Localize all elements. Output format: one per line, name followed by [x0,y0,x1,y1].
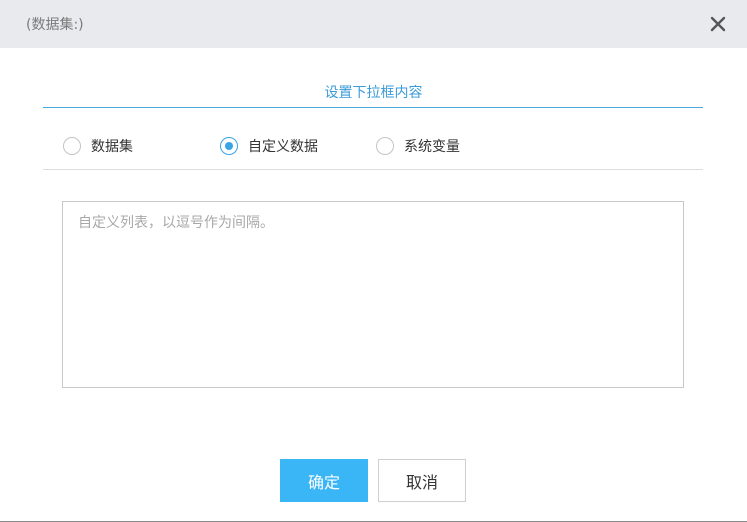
ok-button[interactable]: 确定 [280,459,368,502]
cancel-button[interactable]: 取消 [378,459,466,502]
source-radio-group: 数据集 自定义数据 系统变量 [63,135,703,157]
radio-custom-data[interactable]: 自定义数据 [220,135,318,157]
custom-list-textarea[interactable] [62,201,684,388]
radio-circle[interactable] [220,137,238,155]
close-icon[interactable] [709,15,727,33]
section-underline [43,107,703,108]
dialog-titlebar: (数据集:) [0,0,747,48]
radio-system-variable[interactable]: 系统变量 [376,135,460,157]
divider [43,169,703,170]
radio-label: 数据集 [91,139,133,155]
dropdown-settings-dialog: (数据集:) 设置下拉框内容 数据集 自定义数据 系统变量 确定 取消 [0,0,747,522]
section-title: 设置下拉框内容 [324,85,423,101]
radio-circle[interactable] [376,137,394,155]
dialog-title: (数据集:) [26,17,84,33]
radio-circle[interactable] [63,137,81,155]
radio-label: 自定义数据 [248,139,318,155]
radio-label: 系统变量 [404,139,460,155]
radio-dataset[interactable]: 数据集 [63,135,133,157]
